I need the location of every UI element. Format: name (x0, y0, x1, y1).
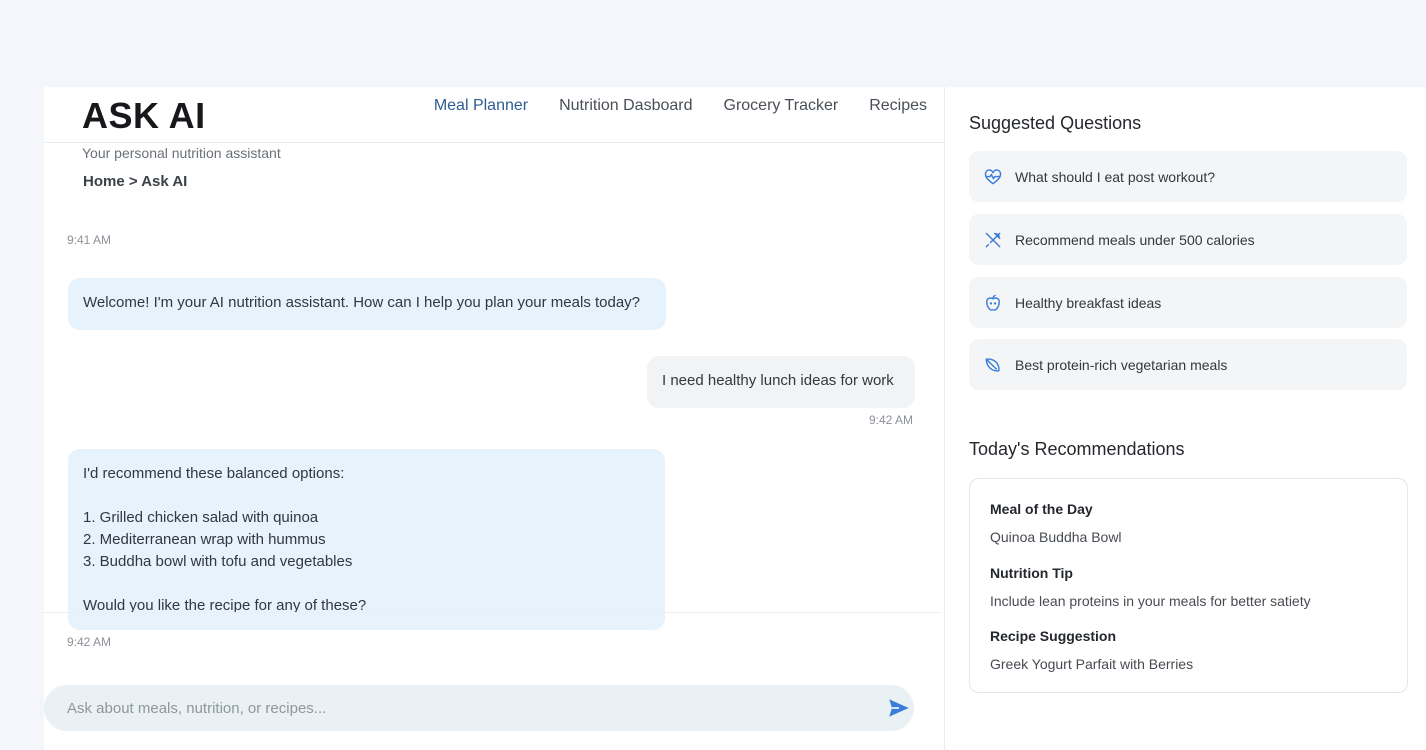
suggestion-text: Healthy breakfast ideas (1015, 294, 1162, 311)
send-button[interactable] (886, 695, 912, 721)
message-composer (44, 685, 914, 731)
suggestion-text: What should I eat post workout? (1015, 168, 1215, 185)
brand-title: ASK AI (82, 95, 206, 136)
nav-recipes[interactable]: Recipes (838, 97, 927, 115)
suggestion-text: Best protein-rich vegetarian meals (1015, 356, 1228, 373)
nav-grocery-tracker[interactable]: Grocery Tracker (693, 97, 839, 115)
ai-message-bubble: Welcome! I'm your AI nutrition assistant… (68, 278, 666, 330)
meal-of-day-label: Meal of the Day (990, 501, 1093, 517)
recommendations-card: Meal of the Day Quinoa Buddha Bowl Nutri… (969, 478, 1408, 693)
app-window: ASK AI Meal Planner Nutrition Dasboard G… (44, 87, 1426, 750)
main-nav: Meal Planner Nutrition Dasboard Grocery … (403, 97, 927, 115)
recommendations-heading: Today's Recommendations (969, 439, 1185, 459)
heart-pulse-icon (984, 168, 1002, 184)
meal-of-day-value: Quinoa Buddha Bowl (990, 529, 1122, 545)
send-icon (889, 699, 909, 717)
nutrition-tip-label: Nutrition Tip (990, 565, 1073, 581)
breadcrumb: Home > Ask AI (83, 173, 188, 190)
message-timestamp: 9:42 AM (869, 413, 914, 427)
utensils-icon (985, 232, 1001, 247)
user-message-bubble: I need healthy lunch ideas for work (647, 356, 915, 408)
suggestion-post-workout[interactable]: What should I eat post workout? (969, 151, 1407, 202)
suggestion-breakfast[interactable]: Healthy breakfast ideas (969, 277, 1407, 328)
top-bar: ASK AI Meal Planner Nutrition Dasboard G… (44, 87, 944, 143)
side-panel: Suggested Questions What should I eat po… (944, 87, 1426, 750)
suggestion-vegetarian[interactable]: Best protein-rich vegetarian meals (969, 339, 1407, 390)
message-timestamp: 9:41 AM (67, 233, 112, 247)
page-subtitle: Your personal nutrition assistant (82, 145, 281, 161)
message-text: I'd recommend these balanced options: 1.… (83, 465, 367, 614)
suggested-questions-heading: Suggested Questions (969, 113, 1142, 133)
suggestion-text: Recommend meals under 500 calories (1015, 231, 1255, 248)
suggestion-under-500[interactable]: Recommend meals under 500 calories (969, 214, 1407, 265)
message-timestamp: 9:42 AM (67, 635, 112, 649)
chat-input[interactable] (44, 685, 874, 731)
composer-divider (44, 612, 940, 613)
apple-icon (986, 294, 1000, 311)
nutrition-tip-value: Include lean proteins in your meals for … (990, 593, 1311, 609)
message-text: Welcome! I'm your AI nutrition assistant… (83, 294, 641, 311)
chat-panel: ASK AI Meal Planner Nutrition Dasboard G… (44, 87, 944, 750)
recipe-suggestion-value: Greek Yogurt Parfait with Berries (990, 656, 1194, 672)
nav-nutrition-dashboard[interactable]: Nutrition Dasboard (528, 97, 692, 115)
ai-message-bubble: I'd recommend these balanced options: 1.… (68, 449, 665, 630)
message-text: I need healthy lunch ideas for work (662, 372, 894, 389)
recipe-suggestion-label: Recipe Suggestion (990, 628, 1117, 644)
nav-meal-planner[interactable]: Meal Planner (403, 97, 528, 115)
leaf-icon (985, 357, 1000, 372)
